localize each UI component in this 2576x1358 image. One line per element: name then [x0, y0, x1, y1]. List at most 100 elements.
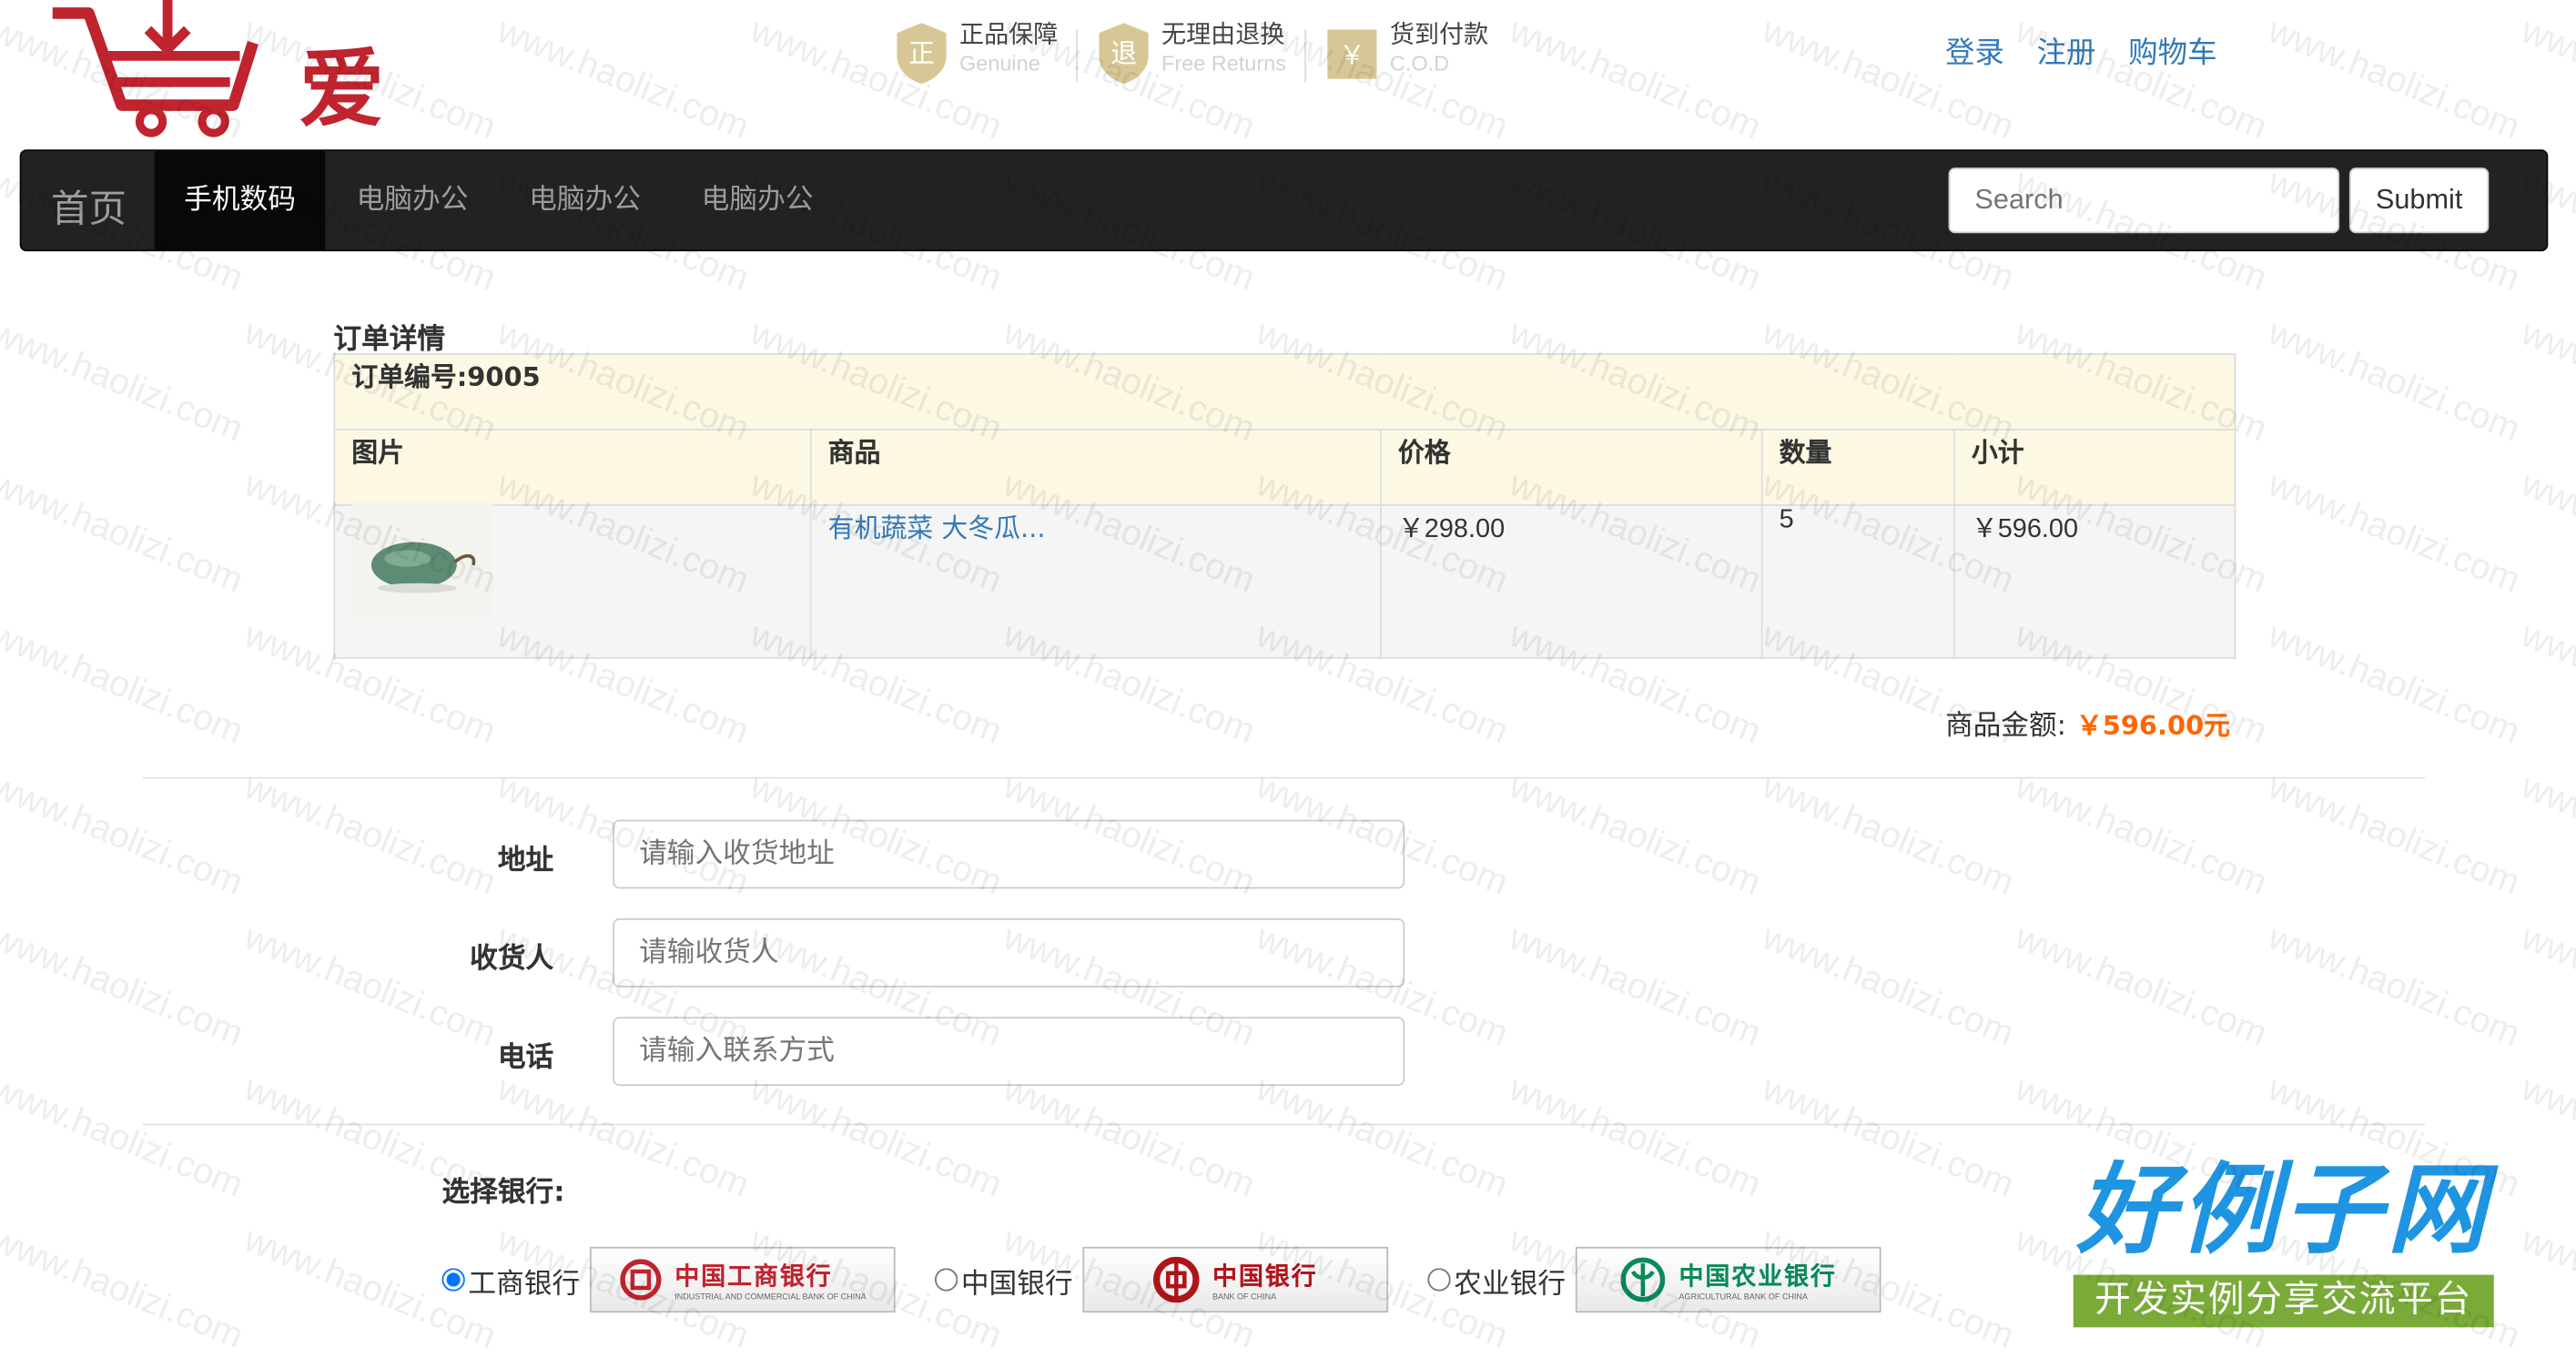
watermark-text: www.haolizi.com [238, 765, 502, 903]
watermark-text: www.haolizi.com [2263, 8, 2527, 147]
bank-label: 农业银行 [1454, 1267, 1567, 1301]
site-brand-slogan: 开发实例分享交流平台 [2073, 1274, 2494, 1328]
promo-genuine: 正 正品保障 Genuine [894, 19, 1059, 86]
watermark-text: www.haolizi.com [2515, 8, 2576, 147]
address-input[interactable] [613, 819, 1405, 889]
nav-item-computer-2[interactable]: 电脑办公 [500, 151, 671, 249]
icbc-emblem-icon [619, 1259, 661, 1301]
svg-text:退: 退 [1111, 38, 1137, 69]
bank-label: 中国银行 [960, 1267, 1073, 1301]
product-thumbnail[interactable] [351, 502, 493, 618]
home-link[interactable]: 首页 [51, 177, 127, 233]
nav-item-digital[interactable]: 手机数码 [154, 151, 326, 250]
site-brand-title: 好例子网 [2076, 1153, 2491, 1269]
promo-returns: 退 无理由退换 Free Returns [1096, 20, 1286, 86]
watermark-text: www.haolizi.com [2515, 1067, 2576, 1206]
watermark-text: www.haolizi.com [0, 462, 249, 601]
svg-text:￥: ￥ [1339, 39, 1365, 70]
watermark-text: www.haolizi.com [1757, 1067, 2021, 1206]
promo-subtitle: Free Returns [1161, 50, 1286, 76]
watermark-text: www.haolizi.com [0, 310, 249, 450]
watermark-text: www.haolizi.com [2263, 462, 2527, 601]
bank-radio-icbc[interactable] [441, 1268, 465, 1292]
divider [143, 1123, 2425, 1126]
bank-radio-abc[interactable] [1427, 1268, 1451, 1292]
watermark-text: www.haolizi.com [0, 1218, 249, 1357]
divider [143, 776, 2425, 779]
watermark-text: www.haolizi.com [1504, 765, 1768, 903]
cart-logo-icon [52, 0, 259, 137]
watermark-text: www.haolizi.com [745, 1067, 1009, 1206]
product-image-cell [333, 502, 812, 659]
page: 爱购 正 正品保障 Genuine 退 无理由退换 Free Returns ￥… [0, 0, 2576, 1356]
site-brand-watermark: 好例子网 开发实例分享交流平台 [2073, 1153, 2494, 1328]
watermark-text: www.haolizi.com [998, 1067, 1262, 1206]
table-row: 有机蔬菜 大冬瓜... ￥298.00 5 ￥596.00 [333, 502, 2236, 659]
watermark-text: www.haolizi.com [2515, 310, 2576, 450]
receiver-label: 收货人 [470, 942, 554, 977]
boc-logo[interactable]: 中国银行 BANK OF CHINA [1082, 1246, 1389, 1313]
phone-input[interactable] [613, 1017, 1405, 1087]
receiver-input[interactable] [613, 917, 1405, 988]
icbc-logo[interactable]: 中国工商银行 INDUSTRIAL AND COMMERCIAL BANK OF… [589, 1246, 896, 1313]
top-links: 登录 注册 购物车 [1945, 29, 2240, 72]
bank-option-icbc[interactable]: 工商银行 中国工商银行 INDUSTRIAL AND COMMERCIAL BA… [441, 1246, 896, 1313]
order-section-title: 订单详情 [333, 323, 446, 357]
watermark-text: www.haolizi.com [2010, 916, 2274, 1054]
svg-text:正: 正 [908, 38, 935, 69]
bank-option-abc[interactable]: 农业银行 中国农业银行 AGRICULTURAL BANK OF CHINA [1427, 1246, 1881, 1313]
register-link[interactable]: 注册 [2037, 36, 2096, 71]
price-cell: ￥298.00 [1380, 504, 1763, 659]
column-header-quantity: 数量 [1760, 429, 1955, 506]
watermark-text: www.haolizi.com [1757, 916, 2021, 1054]
watermark-text: www.haolizi.com [1251, 1067, 1515, 1206]
phone-label: 电话 [497, 1041, 554, 1075]
watermark-text: www.haolizi.com [2515, 1218, 2576, 1357]
nav-item-computer-1[interactable]: 电脑办公 [327, 151, 498, 249]
column-header-subtotal: 小计 [1952, 429, 2236, 506]
watermark-text: www.haolizi.com [1757, 765, 2021, 903]
boc-emblem-icon [1152, 1256, 1200, 1303]
watermark-text: www.haolizi.com [1504, 1067, 1768, 1206]
search-submit-button[interactable]: Submit [2348, 167, 2490, 234]
promo-title: 正品保障 [959, 19, 1059, 50]
watermark-text: www.haolizi.com [0, 613, 249, 752]
cart-link[interactable]: 购物车 [2128, 36, 2216, 71]
bank-logo-text: 中国银行 [1212, 1261, 1318, 1291]
watermark-text: www.haolizi.com [0, 765, 249, 903]
column-header-image: 图片 [333, 429, 812, 506]
abc-logo[interactable]: 中国农业银行 AGRICULTURAL BANK OF CHINA [1575, 1246, 1881, 1313]
promo-subtitle: Genuine [959, 50, 1040, 76]
bank-logo-text: 中国农业银行 [1678, 1261, 1837, 1291]
cash-icon: ￥ [1327, 29, 1377, 79]
product-cell: 有机蔬菜 大冬瓜... [809, 504, 1382, 659]
login-link[interactable]: 登录 [1945, 36, 2004, 71]
promo-title: 货到付款 [1389, 19, 1489, 50]
bank-logo-subtitle: BANK OF CHINA [1212, 1292, 1277, 1302]
bank-radio-boc[interactable] [934, 1268, 958, 1292]
watermark-text: www.haolizi.com [492, 8, 756, 147]
watermark-text: www.haolizi.com [2263, 765, 2527, 903]
watermark-text: www.haolizi.com [1504, 916, 1768, 1054]
bank-logo-subtitle: AGRICULTURAL BANK OF CHINA [1678, 1292, 1808, 1302]
site-logo[interactable]: 爱购 [49, 0, 443, 263]
search-input[interactable] [1948, 167, 2340, 234]
promo-cod: ￥ 货到付款 C.O.D [1324, 19, 1489, 86]
column-header-product: 商品 [809, 429, 1382, 506]
product-link[interactable]: 有机蔬菜 大冬瓜... [828, 512, 1046, 543]
watermark-text: www.haolizi.com [2515, 613, 2576, 752]
order-number-row: 订单编号:9005 [333, 353, 2236, 431]
bank-option-boc[interactable]: 中国银行 中国银行 BANK OF CHINA [934, 1246, 1389, 1313]
promo-divider [1076, 29, 1078, 83]
watermark-text: www.haolizi.com [2515, 462, 2576, 601]
order-table: 订单编号:9005 图片 商品 价格 数量 小计 有机蔬菜 大冬瓜... ￥29… [333, 353, 2236, 659]
watermark-text: www.haolizi.com [2263, 916, 2527, 1054]
watermark-text: www.haolizi.com [2515, 765, 2576, 903]
watermark-text: www.haolizi.com [0, 916, 249, 1054]
nav-item-computer-3[interactable]: 电脑办公 [672, 151, 843, 249]
return-icon: 退 [1099, 23, 1149, 85]
watermark-text: www.haolizi.com [1504, 8, 1768, 147]
promo-title: 无理由退换 [1161, 19, 1285, 50]
promo-subtitle: C.O.D [1389, 50, 1450, 76]
column-header-price: 价格 [1380, 429, 1763, 506]
